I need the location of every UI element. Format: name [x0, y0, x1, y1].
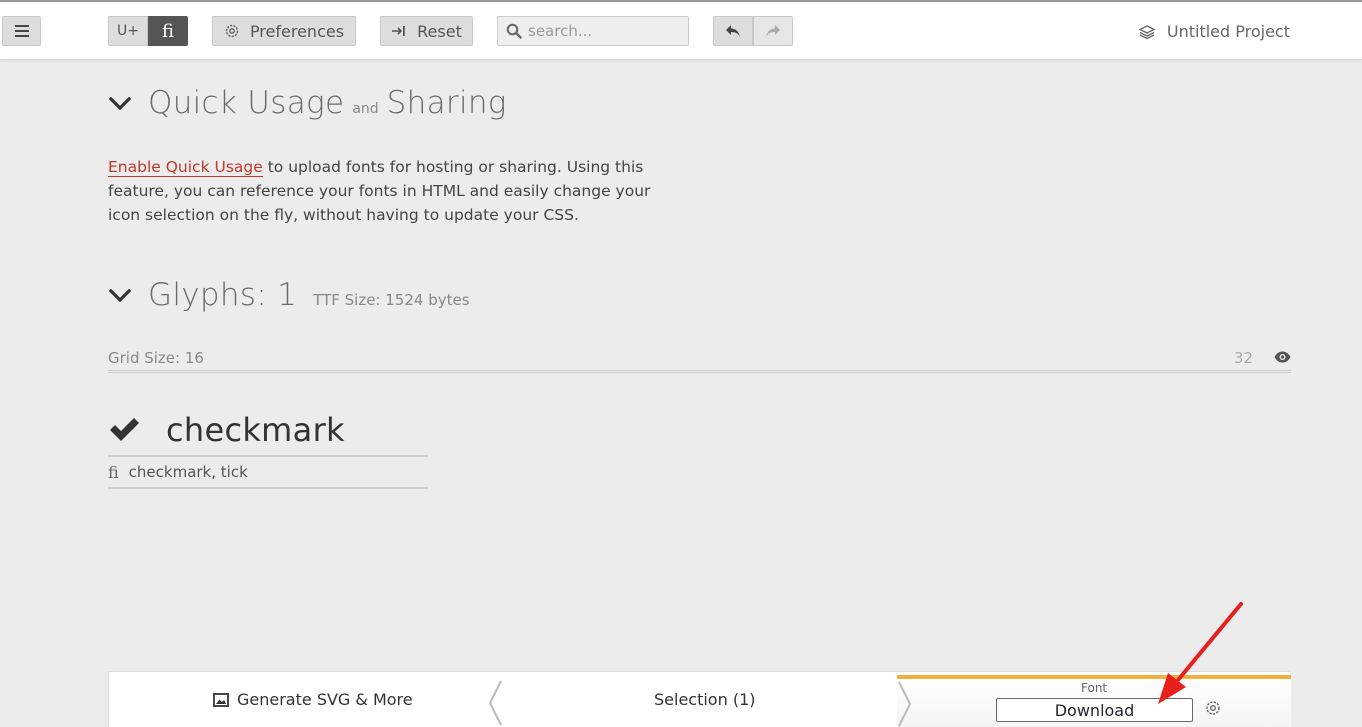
glyph-name[interactable]: checkmark [166, 411, 345, 449]
eye-icon[interactable] [1274, 351, 1291, 363]
generate-svg-label: Generate SVG & More [237, 690, 413, 709]
chevron-down-icon [108, 96, 132, 111]
quick-usage-description: Enable Quick Usage to upload fonts for h… [108, 155, 678, 227]
grid-size-label: Grid Size: 16 [108, 349, 204, 367]
quick-usage-title-and: and [352, 101, 379, 117]
ligature-mode-button[interactable]: fi [148, 16, 188, 46]
gear-icon[interactable] [1205, 700, 1221, 716]
glyph-tags[interactable]: checkmark, tick [129, 463, 248, 481]
glyphs-header[interactable]: Glyphs: 1 TTF Size: 1524 bytes [108, 277, 470, 313]
search-icon [506, 23, 522, 39]
reset-label: Reset [417, 21, 462, 41]
preferences-label: Preferences [249, 21, 345, 41]
bottom-bar: Generate SVG & More Selection (1) Font D… [108, 671, 1291, 727]
layers-icon [1138, 24, 1155, 39]
hamburger-icon [14, 25, 29, 37]
chevron-left-divider-icon [488, 680, 502, 726]
redo-button[interactable] [753, 16, 793, 46]
quick-usage-header[interactable]: Quick Usage and Sharing [108, 85, 507, 121]
glyph-tags-row: fi checkmark, tick [108, 457, 428, 489]
preferences-button[interactable]: Preferences [212, 16, 356, 46]
gear-icon [225, 24, 239, 38]
glyph-card[interactable]: checkmark fi checkmark, tick [108, 405, 428, 489]
search-box [497, 16, 689, 46]
search-input[interactable] [528, 22, 678, 40]
redo-icon [766, 25, 780, 37]
generate-svg-button[interactable]: Generate SVG & More [213, 690, 413, 709]
chevron-right-divider-icon [898, 681, 912, 727]
ligature-icon: fi [108, 462, 119, 482]
quick-usage-title: Quick Usage [148, 85, 345, 121]
chevron-down-icon [108, 288, 132, 303]
download-button[interactable]: Download [996, 698, 1193, 722]
unicode-mode-button[interactable]: U+ [108, 16, 148, 46]
reset-icon [392, 26, 405, 36]
project-selector[interactable]: Untitled Project [1138, 22, 1290, 41]
undo-icon [726, 25, 740, 37]
top-toolbar: U+ fi Preferences Reset search... Untitl… [0, 0, 1362, 60]
font-label: Font [1081, 681, 1108, 695]
glyph-name-row: checkmark [108, 405, 428, 457]
checkmark-icon [110, 418, 139, 441]
ttf-size: TTF Size: 1524 bytes [313, 291, 470, 309]
menu-button[interactable] [2, 16, 41, 46]
reset-button[interactable]: Reset [380, 16, 473, 46]
grid-size-bar: Grid Size: 16 32 [108, 346, 1291, 373]
selection-tab[interactable]: Selection (1) [654, 690, 755, 709]
image-icon [213, 692, 229, 707]
preview-size[interactable]: 32 [1234, 349, 1253, 367]
sharing-title: Sharing [386, 85, 507, 121]
project-name: Untitled Project [1166, 22, 1290, 41]
glyphs-title: Glyphs: 1 [148, 277, 298, 313]
undo-button[interactable] [713, 16, 753, 46]
enable-quick-usage-link[interactable]: Enable Quick Usage [108, 158, 263, 177]
font-panel: Font Download [897, 675, 1291, 727]
